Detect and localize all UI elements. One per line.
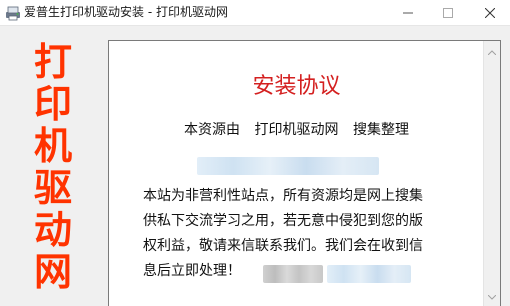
vertical-scrollbar[interactable] bbox=[483, 41, 500, 306]
banner-char: 打 bbox=[33, 40, 72, 84]
maximize-button[interactable] bbox=[428, 0, 468, 26]
maximize-icon bbox=[443, 8, 453, 18]
banner-char: 机 bbox=[33, 124, 72, 168]
source-name: 打印机驱动网 bbox=[254, 122, 339, 138]
scroll-up-button[interactable] bbox=[484, 44, 500, 60]
printer-installer-icon bbox=[6, 6, 20, 21]
blurred-contact-2 bbox=[327, 265, 411, 283]
side-banner: 打 印 机 驱 动 网 bbox=[0, 27, 105, 306]
scroll-down-button[interactable] bbox=[484, 289, 500, 305]
scroll-down-arrow-icon bbox=[488, 294, 496, 300]
banner-char: 驱 bbox=[33, 166, 72, 210]
minimize-icon bbox=[403, 12, 413, 14]
notice-line: 本站为非营利性站点，所有资源均是网上搜集 bbox=[143, 188, 423, 204]
banner-char: 动 bbox=[33, 208, 72, 252]
close-button[interactable] bbox=[470, 0, 510, 26]
banner-char: 网 bbox=[33, 250, 72, 294]
notice-line: 供私下交流学习之用，若无意中侵犯到您的版 bbox=[143, 213, 423, 229]
close-icon bbox=[485, 8, 495, 18]
agreement-title: 安装协议 bbox=[252, 74, 341, 99]
scroll-up-arrow-icon bbox=[488, 49, 496, 55]
source-suffix: 搜集整理 bbox=[352, 122, 409, 138]
agreement-text-panel[interactable]: 安装协议 本资源由 打印机驱动网 搜集整理 本站为非营利性站点，所有资源均是网上… bbox=[108, 40, 501, 306]
source-line: 本资源由 打印机驱动网 搜集整理 bbox=[109, 120, 484, 140]
blurred-link bbox=[197, 157, 379, 175]
window-title: 爱普生打印机驱动安装 - 打印机驱动网 bbox=[24, 5, 228, 19]
source-prefix: 本资源由 bbox=[184, 122, 241, 138]
title-bar[interactable]: 爱普生打印机驱动安装 - 打印机驱动网 bbox=[0, 0, 510, 26]
notice-line: 权利益，敬请来信联系我们。我们会在收到信 bbox=[143, 238, 423, 254]
minimize-button[interactable] bbox=[388, 0, 428, 26]
banner-char: 印 bbox=[33, 82, 72, 126]
blurred-contact-1 bbox=[263, 265, 323, 283]
